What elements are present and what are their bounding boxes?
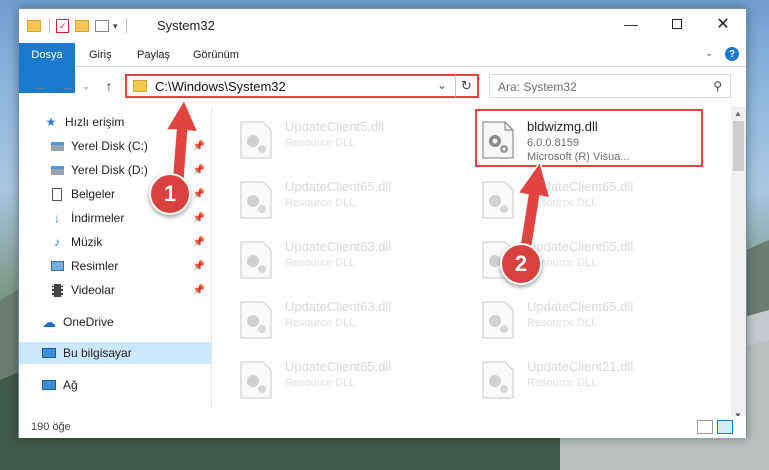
annotation-arrows: [164, 98, 552, 248]
annotation-arrow-1: [164, 98, 200, 185]
annotation-arrow-2: [516, 160, 552, 248]
annotation-badge-1: 1: [149, 173, 191, 215]
annotation-badge-2: 2: [500, 243, 542, 285]
